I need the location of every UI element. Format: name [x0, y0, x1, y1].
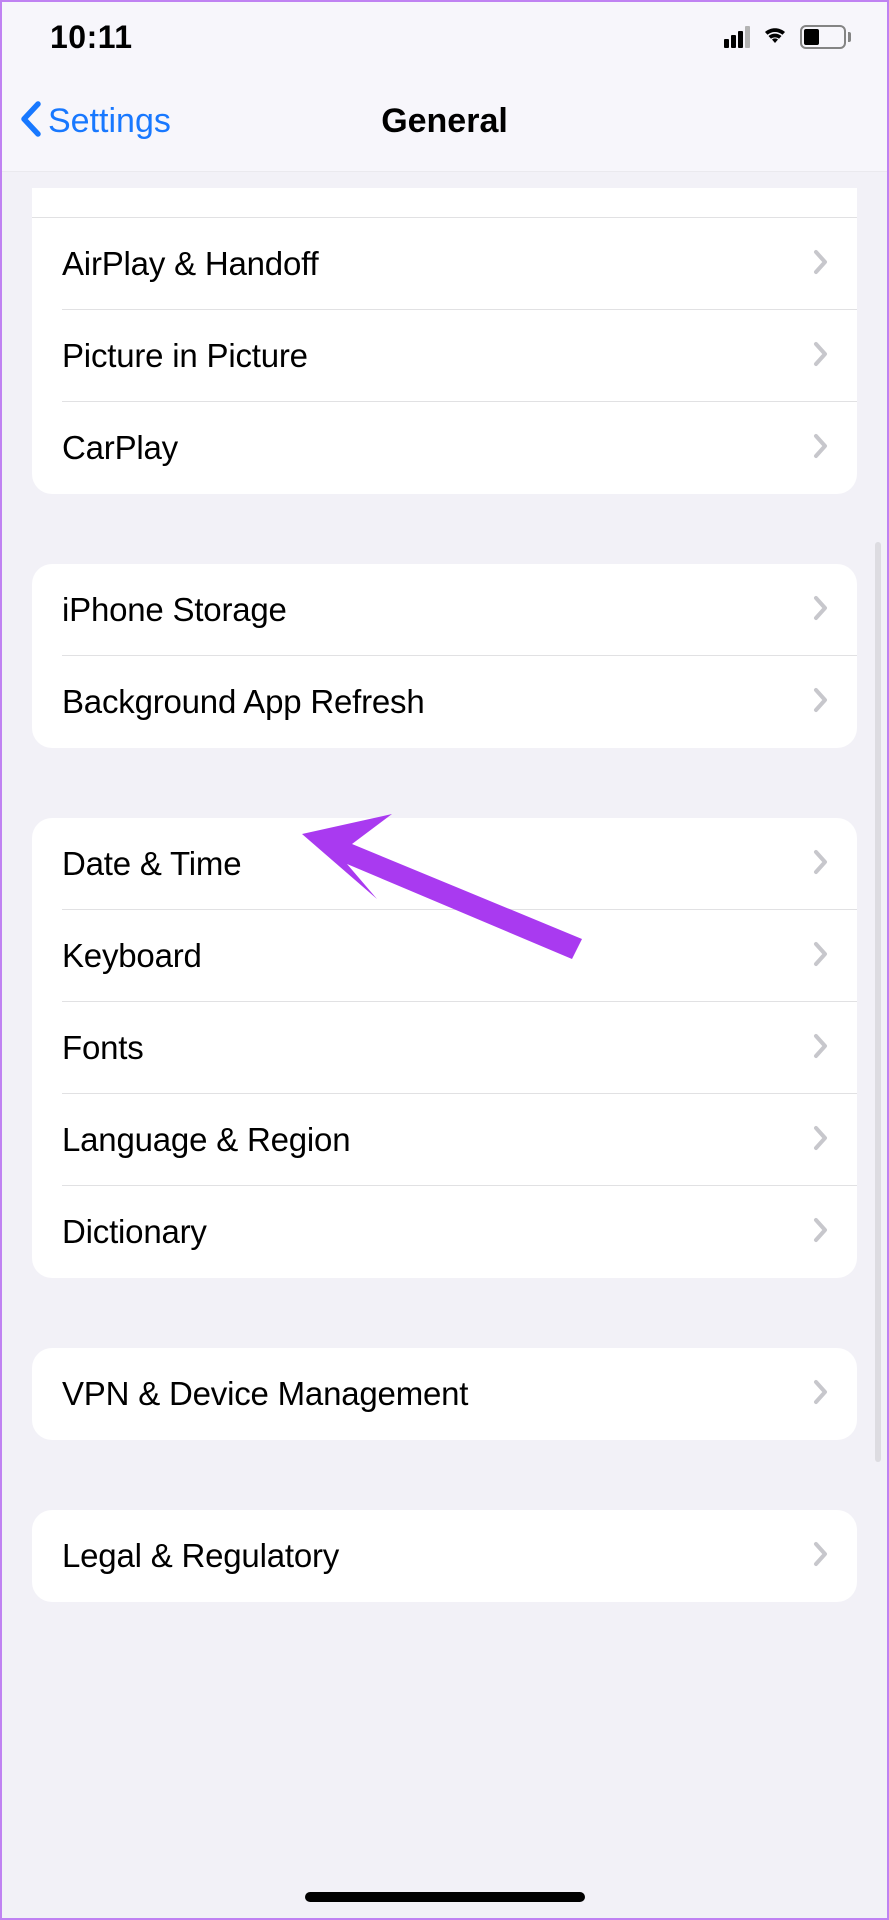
settings-section: iPhone Storage Background App Refresh [32, 564, 857, 748]
row-label: CarPlay [62, 429, 178, 467]
row-label: Picture in Picture [62, 337, 308, 375]
chevron-left-icon [18, 100, 44, 143]
cellular-signal-icon [724, 26, 750, 48]
settings-section: Legal & Regulatory [32, 1510, 857, 1602]
home-indicator[interactable] [305, 1892, 585, 1902]
settings-section: VPN & Device Management [32, 1348, 857, 1440]
row-fonts[interactable]: Fonts [32, 1002, 857, 1094]
row-label: Fonts [62, 1029, 144, 1067]
row-keyboard[interactable]: Keyboard [32, 910, 857, 1002]
row-label: VPN & Device Management [62, 1375, 468, 1413]
status-icons [724, 23, 851, 52]
row-label: AirPlay & Handoff [62, 245, 318, 283]
navigation-bar: Settings General [2, 72, 887, 172]
row-label: iPhone Storage [62, 591, 287, 629]
row-picture-in-picture[interactable]: Picture in Picture [32, 310, 857, 402]
chevron-right-icon [813, 1217, 829, 1248]
chevron-right-icon [813, 1033, 829, 1064]
status-bar: 10:11 [2, 2, 887, 72]
chevron-right-icon [813, 249, 829, 280]
status-time: 10:11 [50, 19, 133, 56]
row-label: Background App Refresh [62, 683, 425, 721]
wifi-icon [760, 23, 790, 52]
chevron-right-icon [813, 849, 829, 880]
battery-icon [800, 25, 851, 49]
settings-section: Date & Time Keyboard Fonts [32, 818, 857, 1278]
row-legal-regulatory[interactable]: Legal & Regulatory [32, 1510, 857, 1602]
row-language-region[interactable]: Language & Region [32, 1094, 857, 1186]
chevron-right-icon [813, 941, 829, 972]
page-title: General [381, 102, 508, 141]
chevron-right-icon [813, 433, 829, 464]
chevron-right-icon [813, 1125, 829, 1156]
settings-section: AirPlay & Handoff Picture in Picture Car… [32, 188, 857, 494]
row-label: Language & Region [62, 1121, 350, 1159]
row-label: Date & Time [62, 845, 241, 883]
back-button[interactable]: Settings [18, 100, 171, 143]
row-carplay[interactable]: CarPlay [32, 402, 857, 494]
row-vpn-device-management[interactable]: VPN & Device Management [32, 1348, 857, 1440]
row-label: Dictionary [62, 1213, 207, 1251]
chevron-right-icon [813, 341, 829, 372]
row-date-time[interactable]: Date & Time [32, 818, 857, 910]
row-iphone-storage[interactable]: iPhone Storage [32, 564, 857, 656]
scroll-indicator[interactable] [875, 542, 881, 1462]
partial-row [32, 188, 857, 218]
chevron-right-icon [813, 595, 829, 626]
chevron-right-icon [813, 687, 829, 718]
content-scroll[interactable]: AirPlay & Handoff Picture in Picture Car… [2, 172, 887, 1918]
row-airplay-handoff[interactable]: AirPlay & Handoff [32, 218, 857, 310]
row-dictionary[interactable]: Dictionary [32, 1186, 857, 1278]
chevron-right-icon [813, 1379, 829, 1410]
row-label: Keyboard [62, 937, 202, 975]
back-label: Settings [48, 102, 171, 141]
row-label: Legal & Regulatory [62, 1537, 339, 1575]
row-background-app-refresh[interactable]: Background App Refresh [32, 656, 857, 748]
chevron-right-icon [813, 1541, 829, 1572]
